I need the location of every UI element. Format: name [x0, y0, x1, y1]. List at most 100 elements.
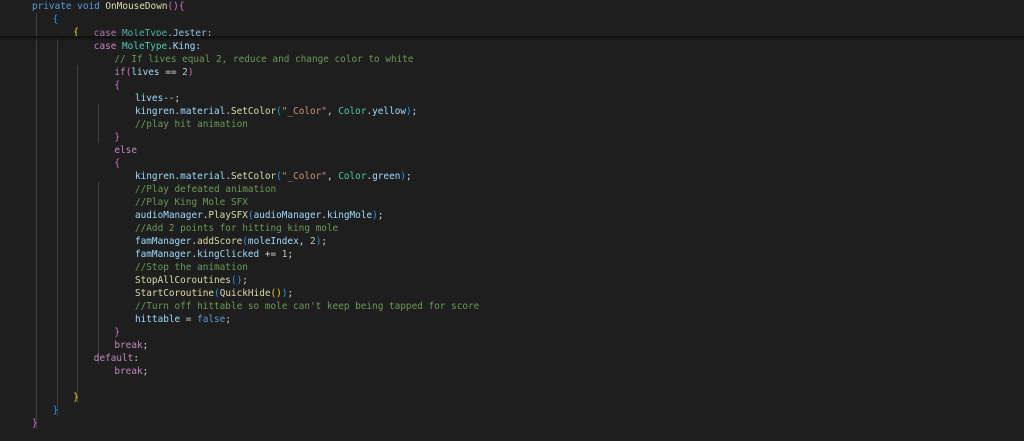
- code-token: {: [114, 158, 121, 170]
- code-token: +=: [259, 249, 282, 261]
- code-line[interactable]: if(lives == 2): [114, 66, 193, 79]
- code-token: break: [114, 366, 143, 378]
- code-token: QuickHide: [219, 288, 271, 300]
- code-token: ;: [406, 171, 412, 183]
- code-token: break: [114, 340, 143, 352]
- code-line[interactable]: kingren.material.SetColor("_Color", Colo…: [135, 105, 417, 118]
- code-line[interactable]: }: [53, 404, 59, 417]
- code-token: void: [77, 1, 100, 12]
- code-line[interactable]: audioManager.PlaySFX(audioManager.kingMo…: [135, 209, 383, 222]
- code-line[interactable]: StartCoroutine(QuickHide());: [135, 287, 293, 300]
- code-token: material: [180, 106, 226, 118]
- code-line[interactable]: StopAllCoroutines();: [135, 274, 248, 287]
- code-token: default: [93, 353, 134, 365]
- code-line[interactable]: default:: [94, 352, 139, 365]
- code-token: case: [93, 41, 117, 53]
- code-token: ;: [242, 275, 248, 287]
- indent-guide: [36, 13, 37, 429]
- code-token: addScore: [197, 236, 243, 248]
- code-token: ;: [142, 366, 149, 378]
- code-token: PlaySFX: [208, 210, 248, 222]
- code-token: audioManager: [135, 210, 203, 222]
- code-token: ,: [298, 236, 311, 248]
- code-token: ;: [411, 106, 418, 118]
- code-token: //play hit animation: [135, 119, 248, 131]
- code-token: else: [114, 145, 137, 157]
- code-token: }: [114, 327, 121, 339]
- code-token: }: [73, 392, 79, 404]
- code-line[interactable]: }: [32, 417, 38, 430]
- code-token: kingClicked: [197, 249, 260, 261]
- code-line[interactable]: {: [53, 13, 59, 26]
- code-line[interactable]: //play hit animation: [135, 118, 248, 131]
- code-token: // If lives equal 2, reduce and change c…: [114, 54, 414, 66]
- code-line[interactable]: kingren.material.SetColor("_Color", Colo…: [135, 170, 412, 183]
- code-line[interactable]: private void OnMouseDown(){: [32, 0, 184, 13]
- code-line[interactable]: {: [114, 157, 120, 170]
- code-token: material: [180, 171, 226, 183]
- code-token: --;: [163, 93, 181, 105]
- code-token: {: [52, 14, 59, 25]
- code-token: {: [114, 80, 121, 92]
- code-token: MoleType: [122, 41, 168, 53]
- code-line[interactable]: case MoleType.King:: [94, 40, 201, 53]
- code-token: //Turn off hittable so mole can't keep b…: [135, 301, 480, 313]
- indent-guide: [56, 39, 58, 416]
- code-token: }: [114, 132, 121, 144]
- code-token: ): [187, 67, 194, 79]
- code-token: }: [52, 405, 59, 417]
- code-token: ;: [321, 236, 327, 248]
- code-line[interactable]: //Stop the animation: [135, 261, 248, 274]
- code-token: kingMole: [326, 210, 373, 222]
- code-token: kingren: [135, 171, 175, 183]
- code-token: //Stop the animation: [135, 262, 248, 274]
- code-token: ;: [225, 314, 231, 326]
- code-token: green: [372, 171, 401, 183]
- code-token: :: [195, 41, 202, 53]
- code-token: ==: [159, 67, 183, 79]
- code-line[interactable]: {: [114, 79, 120, 92]
- code-token: famManager: [135, 249, 192, 261]
- code-line[interactable]: break;: [114, 365, 148, 378]
- code-line[interactable]: }: [73, 391, 79, 404]
- code-token: SetColor: [230, 106, 277, 118]
- code-line[interactable]: //Play defeated animation: [135, 183, 276, 196]
- code-token: StopAllCoroutines: [135, 275, 231, 287]
- code-line[interactable]: else: [114, 144, 137, 157]
- code-editor[interactable]: private void OnMouseDown(){{{case MoleTy…: [0, 0, 1024, 441]
- code-token: OnMouseDown: [105, 1, 168, 12]
- code-line[interactable]: }: [114, 326, 120, 339]
- code-token: ;: [287, 249, 294, 261]
- code-token: "_Color": [281, 171, 327, 183]
- code-token: //Play defeated animation: [135, 184, 277, 196]
- code-line[interactable]: }: [114, 131, 120, 144]
- code-token: ;: [287, 288, 294, 300]
- indent-guide: [77, 65, 79, 403]
- code-token: ;: [142, 340, 149, 352]
- code-token: ,: [326, 106, 339, 118]
- code-token: ,: [326, 171, 339, 183]
- code-token: :: [133, 353, 139, 365]
- code-line[interactable]: //Add 2 points for hitting king mole: [135, 222, 338, 235]
- code-line[interactable]: famManager.addScore(moleIndex, 2);: [135, 235, 327, 248]
- indent-guide: [97, 182, 99, 364]
- code-token: King: [172, 41, 196, 53]
- code-token: kingren: [135, 106, 175, 118]
- code-line[interactable]: hittable = false;: [135, 313, 231, 326]
- code-token: lives: [135, 93, 164, 105]
- code-token: lives: [131, 67, 160, 79]
- code-token: famManager: [135, 236, 192, 248]
- code-line[interactable]: //Turn off hittable so mole can't keep b…: [135, 300, 479, 313]
- code-token: yellow: [372, 106, 407, 118]
- code-token: Color: [338, 171, 367, 183]
- code-token: SetColor: [230, 171, 277, 183]
- code-line[interactable]: break;: [114, 339, 148, 352]
- code-token: "_Color": [281, 106, 327, 118]
- code-line[interactable]: famManager.kingClicked += 1;: [135, 248, 293, 261]
- code-token: ;: [377, 210, 384, 222]
- code-line[interactable]: //Play King Mole SFX: [135, 196, 248, 209]
- code-token: hittable: [135, 314, 181, 326]
- code-line[interactable]: // If lives equal 2, reduce and change c…: [114, 53, 413, 66]
- code-token: }: [32, 418, 38, 430]
- code-line[interactable]: lives--;: [135, 92, 180, 105]
